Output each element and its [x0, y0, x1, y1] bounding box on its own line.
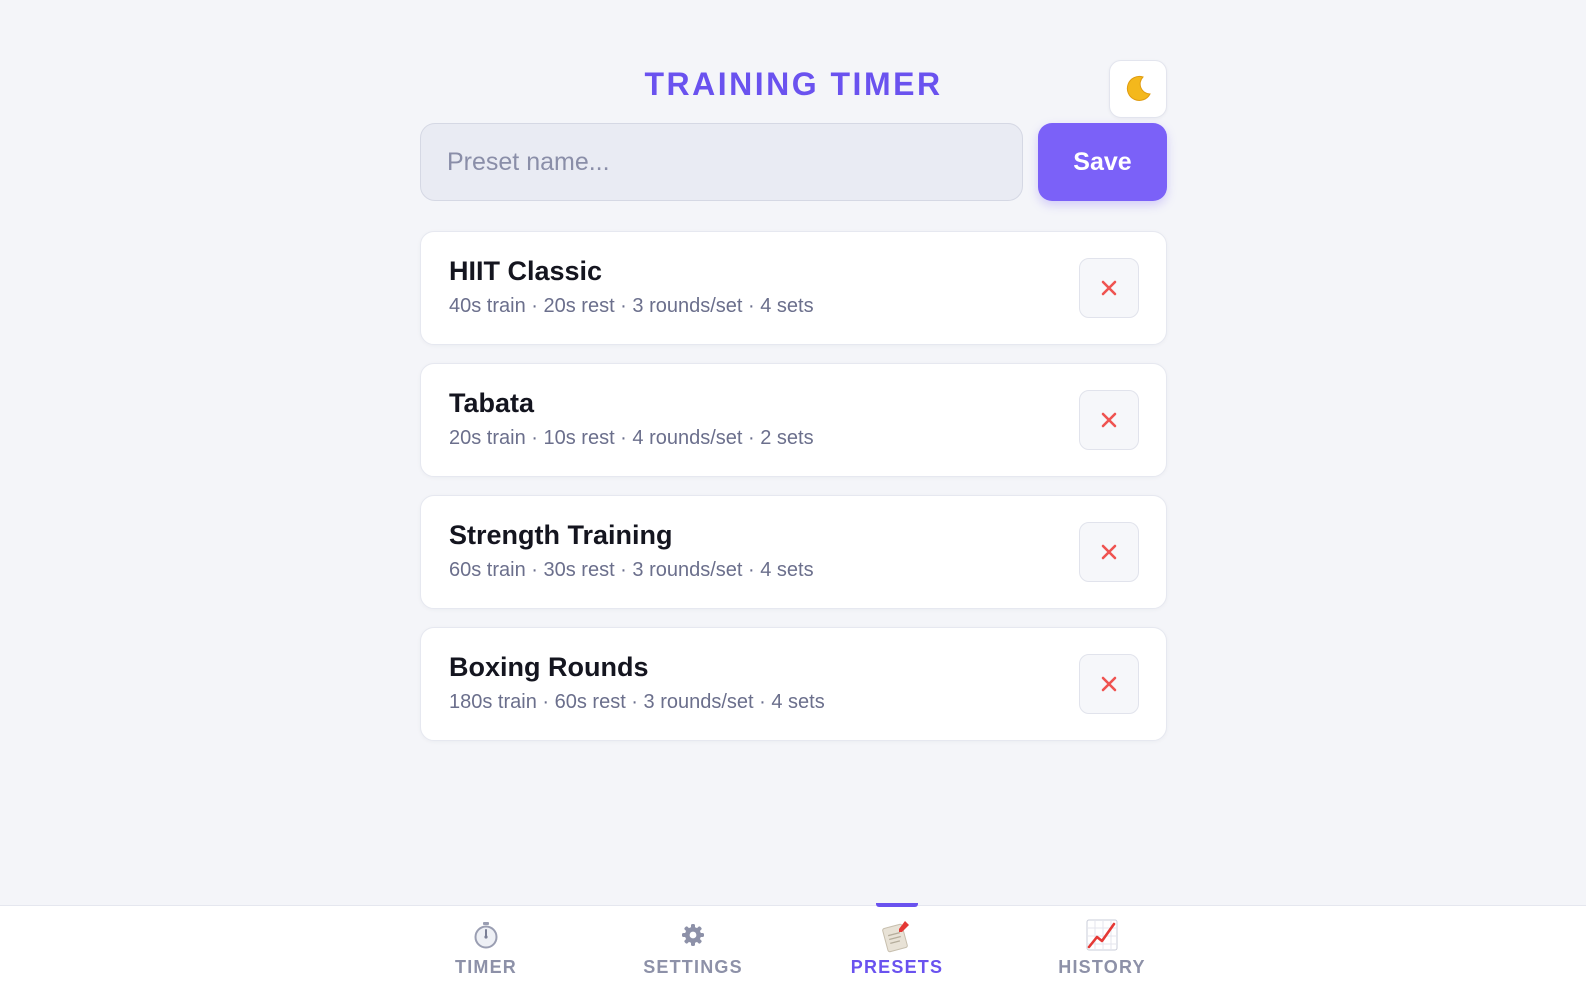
tab-label: PRESETS [850, 957, 944, 977]
preset-list: HIIT Classic 40s train · 20s rest · 3 ro… [420, 231, 1167, 759]
preset-details: 180s train · 60s rest · 3 rounds/set · 4… [449, 691, 825, 713]
tab-timer[interactable]: TIMER [401, 906, 571, 992]
tab-label: TIMER [455, 957, 517, 977]
gear-icon [673, 919, 713, 951]
bookmark-tabs-icon [877, 919, 917, 953]
preset-details: 60s train · 30s rest · 3 rounds/set · 4 … [449, 559, 814, 581]
stopwatch-icon [466, 919, 506, 951]
close-icon [1101, 280, 1117, 296]
tab-label: SETTINGS [643, 957, 743, 977]
save-preset-form: Save [420, 123, 1167, 201]
close-icon [1101, 544, 1117, 560]
delete-preset-button[interactable] [1079, 258, 1139, 318]
close-icon [1101, 412, 1117, 428]
preset-name: Tabata [449, 388, 535, 418]
preset-details: 40s train · 20s rest · 3 rounds/set · 4 … [449, 295, 814, 317]
tab-history[interactable]: HISTORY [1017, 906, 1187, 992]
moon-icon [1126, 75, 1151, 101]
tab-settings[interactable]: SETTINGS [608, 906, 778, 992]
tab-label: HISTORY [1058, 957, 1146, 977]
preset-name-input[interactable] [420, 123, 1023, 201]
app-root: TRAINING TIMER Save HIIT Classic 40s tra… [0, 0, 1586, 992]
active-tab-indicator [876, 903, 918, 907]
preset-card[interactable]: Boxing Rounds 180s train · 60s rest · 3 … [420, 627, 1167, 741]
theme-toggle-button[interactable] [1109, 60, 1167, 118]
chart-increasing-icon [1082, 919, 1122, 951]
page-title: TRAINING TIMER [644, 66, 943, 102]
preset-card[interactable]: Tabata 20s train · 10s rest · 4 rounds/s… [420, 363, 1167, 477]
header: TRAINING TIMER [420, 58, 1167, 120]
preset-details: 20s train · 10s rest · 4 rounds/set · 2 … [449, 427, 814, 449]
preset-name: Strength Training [449, 520, 673, 550]
delete-preset-button[interactable] [1079, 390, 1139, 450]
preset-card[interactable]: Strength Training 60s train · 30s rest ·… [420, 495, 1167, 609]
bottom-nav: TIMER SETTINGS PRESETS HISTORY [0, 903, 1586, 992]
preset-card[interactable]: HIIT Classic 40s train · 20s rest · 3 ro… [420, 231, 1167, 345]
preset-name: HIIT Classic [449, 256, 603, 286]
tab-presets[interactable]: PRESETS [812, 903, 982, 992]
save-button[interactable]: Save [1038, 123, 1167, 201]
delete-preset-button[interactable] [1079, 654, 1139, 714]
delete-preset-button[interactable] [1079, 522, 1139, 582]
close-icon [1101, 676, 1117, 692]
preset-name: Boxing Rounds [449, 652, 649, 682]
